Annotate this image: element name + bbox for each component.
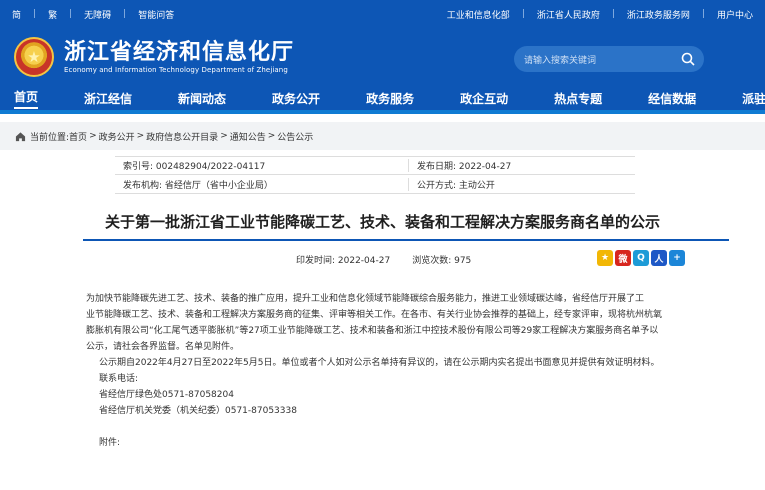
metadata-row: 发布机构: 省经信厅（省中小企业局） 公开方式: 主动公开 [115,175,635,193]
qzone-share-icon[interactable]: Q [633,250,649,266]
paragraph-line: 公示，请社会各界监督。名单见附件。 [86,342,240,352]
site-title-block[interactable]: 浙江省经济和信息化厅 Economy and Information Techn… [64,40,294,75]
accessibility-link[interactable]: 无障碍 [84,8,111,21]
share-buttons: ★ 微 Q 人 + [597,250,685,266]
breadcrumb-prefix: 当前位置: [30,132,70,143]
miit-link[interactable]: 工业和信息化部 [447,8,510,21]
separator: | [611,9,615,19]
contact-label: 联系电话: [99,374,139,384]
nav-government-affairs[interactable]: 政务公开 [272,90,320,107]
article-body: 为加快节能降碳先进工艺、技术、装备的推广应用，提升工业和信息化领域节能降碳综合服… [86,291,731,451]
disclosure-method: 公开方式: 主动公开 [408,177,635,191]
breadcrumb-government-affairs[interactable]: 政务公开 [99,130,135,143]
contact-party-committee: 省经信厅机关党委（机关纪委）0571-87053338 [99,406,297,416]
contact-green-dept: 省经信厅绿色处0571-87058204 [99,390,234,400]
main-navigation: 首页 浙江经信 新闻动态 政务公开 政务服务 政企互动 热点专题 经信数据 派驻… [0,86,765,110]
publication-info: 印发时间: 2022-04-27 浏览次数: 975 [296,253,471,266]
breadcrumb-home[interactable]: 首页 [69,130,87,143]
nav-zhejiang-economy[interactable]: 浙江经信 [84,90,132,107]
simplified-chinese-link[interactable]: 简 [12,8,21,21]
nav-home[interactable]: 首页 [14,87,39,109]
smart-qa-link[interactable]: 智能问答 [138,8,174,21]
metadata-row: 索引号: 002482904/2022-04117 发布日期: 2022-04-… [115,157,635,175]
separator: | [701,9,705,19]
national-emblem-logo[interactable]: ★ [14,37,54,77]
breadcrumb-notices[interactable]: 通知公告 [230,130,266,143]
separator: | [69,9,73,19]
topbar-left-links: 简 | 繁 | 无障碍 | 智能问答 [12,8,174,21]
nav-data[interactable]: 经信数据 [648,90,696,107]
breadcrumb-info-catalog[interactable]: 政府信息公开目录 [146,130,218,143]
paragraph-line: 为加快节能降碳先进工艺、技术、装备的推广应用，提升工业和信息化领域节能降碳综合服… [86,294,645,304]
more-share-plus-icon[interactable]: + [669,250,685,266]
search-input[interactable]: 请输入搜索关键词 [514,46,704,72]
article-title: 关于第一批浙江省工业节能降碳工艺、技术、装备和工程解决方案服务商名单的公示 [104,213,660,231]
top-utility-bar: 简 | 繁 | 无障碍 | 智能问答 工业和信息化部 | 浙江省人民政府 | 浙江政务服务… [0,0,765,28]
print-date: 印发时间: 2022-04-27 [296,256,391,266]
nav-government-services[interactable]: 政务服务 [366,90,414,107]
publishing-organization: 发布机构: 省经信厅（省中小企业局） [123,180,273,191]
attachment-label: 附件: [99,438,121,448]
search-placeholder: 请输入搜索关键词 [524,55,597,66]
topbar-right-links: 工业和信息化部 | 浙江省人民政府 | 浙江政务服务网 | 用户中心 [447,8,753,21]
paragraph-publicity-period: 公示期自2022年4月27日至2022年5月5日。单位或者个人如对公示名单持有异… [99,358,660,368]
user-center-link[interactable]: 用户中心 [717,8,753,21]
separator: | [521,9,525,19]
renren-share-icon[interactable]: 人 [651,250,667,266]
traditional-chinese-link[interactable]: 繁 [48,8,57,21]
title-underline [83,239,729,241]
nav-divider [0,110,765,114]
nav-hot-topics[interactable]: 热点专题 [554,90,602,107]
favorite-star-icon[interactable]: ★ [597,250,613,266]
paragraph-line: 膨胀机有限公司“化工尾气透平膨胀机”等27项工业节能降碳工艺、技术和装备和浙江中… [86,326,659,336]
separator: | [123,9,127,19]
paragraph-line: 业节能降碳工艺、技术、装备和工程解决方案服务商的征集、评审等相关工作。在各市、有… [86,310,663,320]
document-metadata: 索引号: 002482904/2022-04117 发布日期: 2022-04-… [115,156,635,194]
index-number: 索引号: 002482904/2022-04117 [123,162,266,172]
zhejiang-gov-link[interactable]: 浙江省人民政府 [537,8,600,21]
nav-news[interactable]: 新闻动态 [178,90,226,107]
nav-supervision[interactable]: 派驻监督 [742,90,765,107]
breadcrumb: 当前位置: 首页 > 政务公开 > 政府信息公开目录 > 通知公告 > 公告公示 [0,122,765,150]
site-header: ★ 浙江省经济和信息化厅 Economy and Information Tec… [0,28,765,86]
home-icon [15,131,26,141]
view-count: 浏览次数: 975 [412,256,472,266]
publish-date: 发布日期: 2022-04-27 [408,159,635,172]
breadcrumb-announcements[interactable]: 公告公示 [277,130,313,143]
nav-interaction[interactable]: 政企互动 [460,90,508,107]
site-title: 浙江省经济和信息化厅 [64,39,295,65]
zj-service-link[interactable]: 浙江政务服务网 [627,8,690,21]
site-subtitle: Economy and Information Technology Depar… [64,65,288,74]
separator: | [33,9,37,19]
weibo-share-icon[interactable]: 微 [615,250,631,266]
search-icon[interactable] [680,51,696,67]
